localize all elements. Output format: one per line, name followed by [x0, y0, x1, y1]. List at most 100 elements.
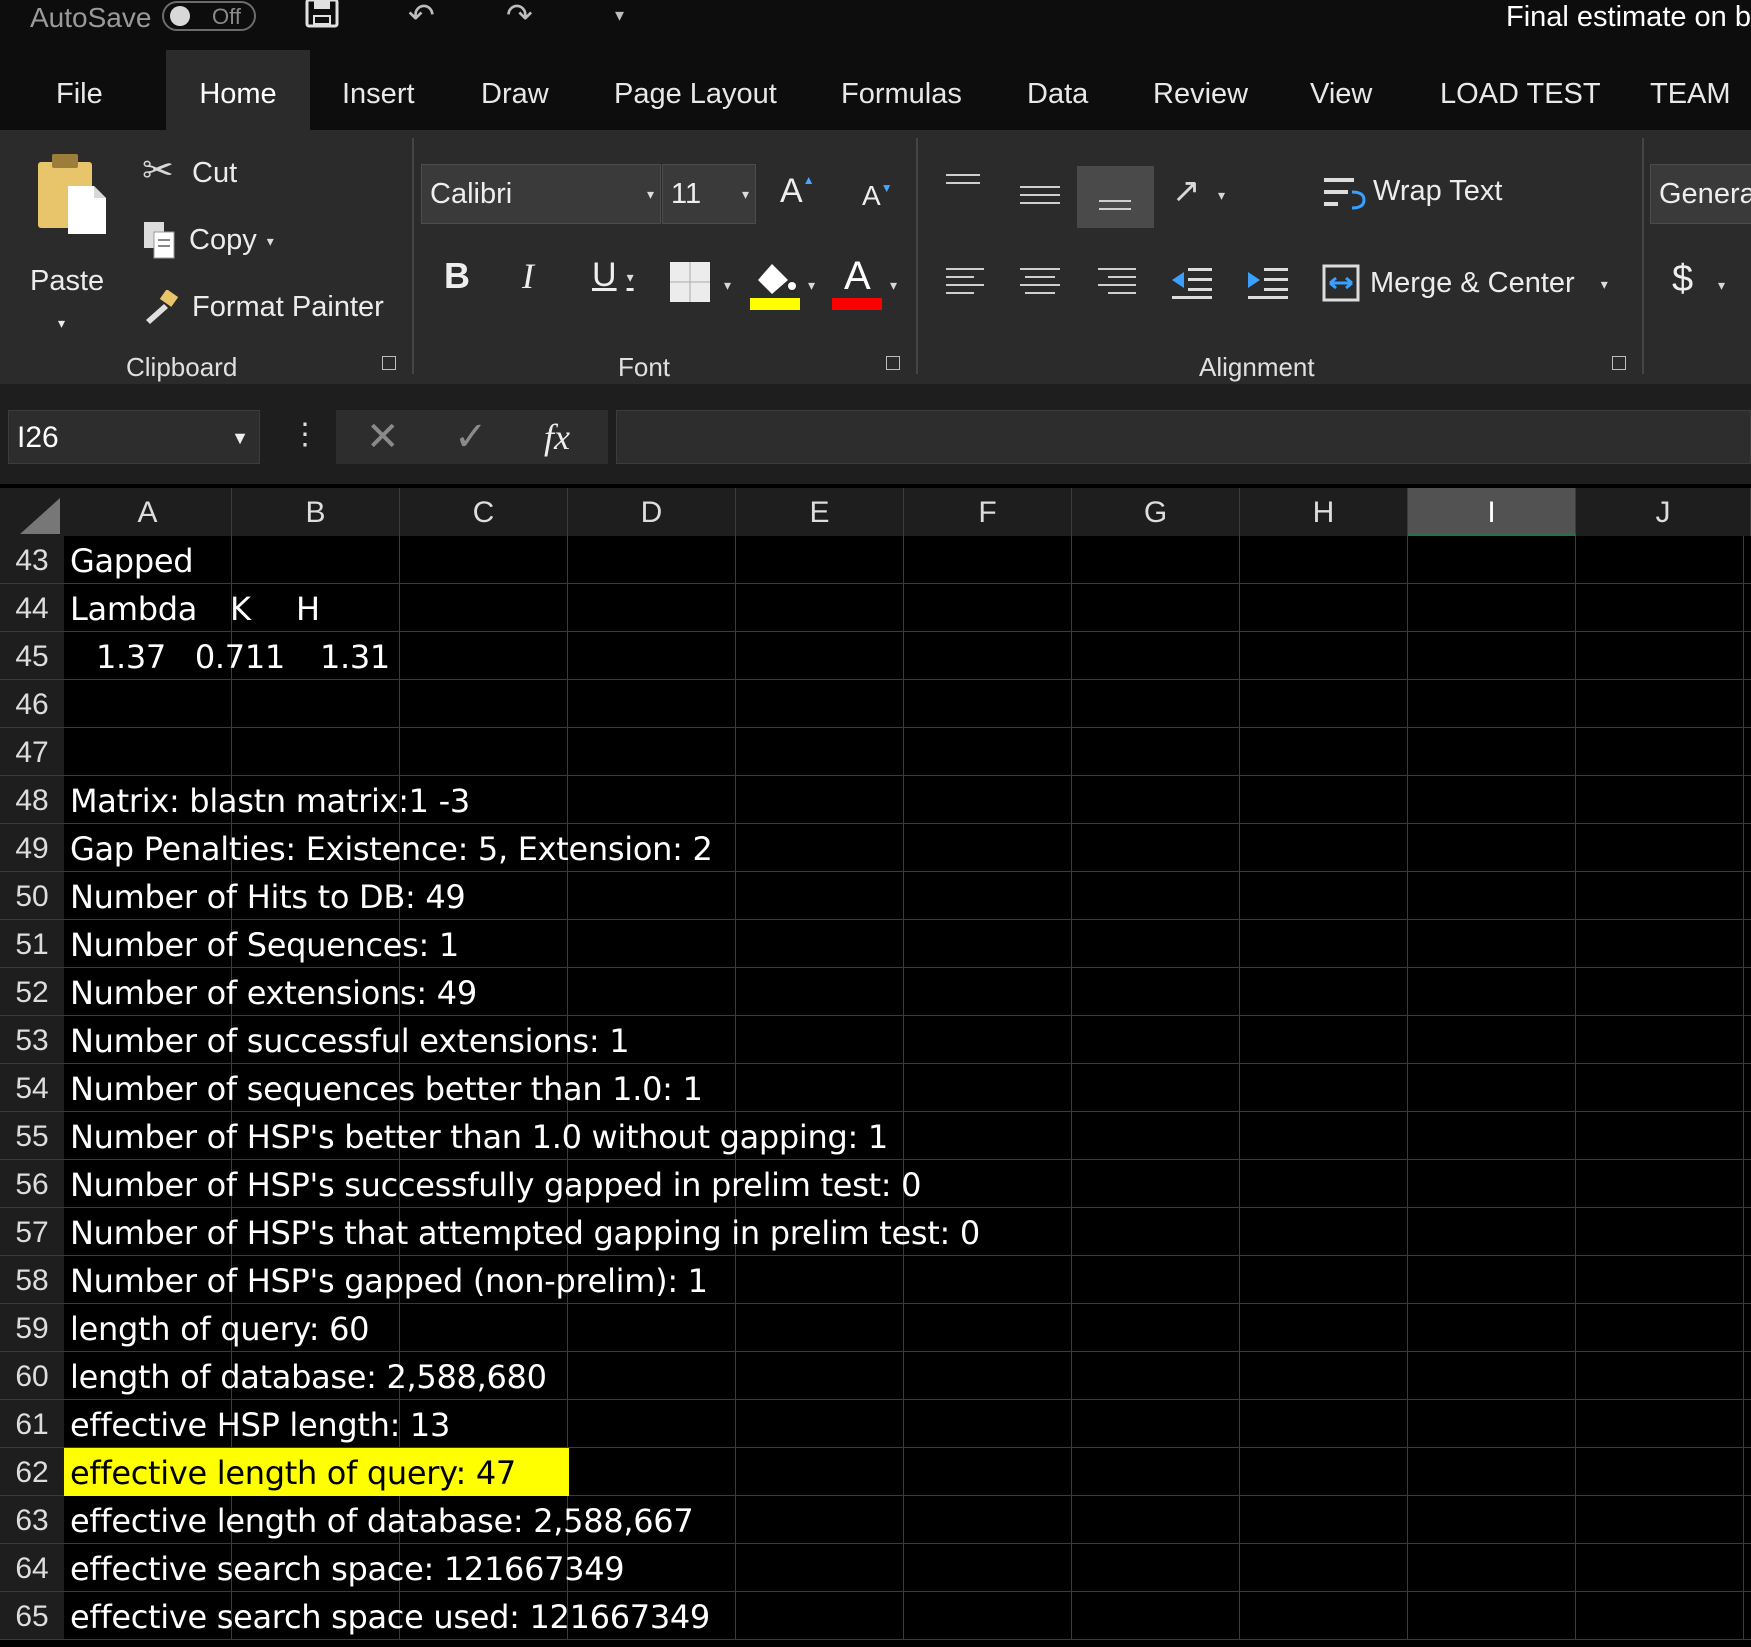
bottom-align-button[interactable]: [1077, 166, 1154, 228]
font-size-combo[interactable]: 11 ▾: [662, 164, 756, 224]
row-header-56[interactable]: 56: [0, 1160, 64, 1208]
cell-54-a[interactable]: Number of sequences better than 1.0: 1: [70, 1064, 703, 1112]
column-header-g[interactable]: G: [1072, 488, 1240, 536]
row-header-64[interactable]: 64: [0, 1544, 64, 1592]
align-center-icon[interactable]: [1020, 268, 1060, 298]
select-all-button[interactable]: [0, 488, 64, 536]
cell-63-a[interactable]: effective length of database: 2,588,667: [70, 1496, 694, 1544]
column-header-e[interactable]: E: [736, 488, 904, 536]
clipboard-launcher-icon[interactable]: [382, 356, 396, 370]
copy-dropdown-icon[interactable]: ▾: [267, 233, 274, 249]
align-left-icon[interactable]: [946, 268, 986, 298]
currency-dropdown-icon[interactable]: ▾: [1718, 278, 1725, 292]
tab-review[interactable]: Review: [1153, 50, 1248, 130]
name-box[interactable]: I26 ▼: [8, 410, 260, 464]
row-header-59[interactable]: 59: [0, 1304, 64, 1352]
row-header-63[interactable]: 63: [0, 1496, 64, 1544]
tab-page-layout[interactable]: Page Layout: [614, 50, 777, 130]
column-header-j[interactable]: J: [1576, 488, 1751, 536]
cell-50-a[interactable]: Number of Hits to DB: 49: [70, 872, 466, 920]
row-header-60[interactable]: 60: [0, 1352, 64, 1400]
cell-58-a[interactable]: Number of HSP's gapped (non-prelim): 1: [70, 1256, 708, 1304]
align-right-icon[interactable]: [1096, 268, 1136, 298]
grow-font-icon[interactable]: A▲: [780, 174, 815, 208]
column-header-a[interactable]: A: [64, 488, 232, 536]
chevron-down-icon[interactable]: ▾: [647, 165, 654, 223]
autosave-toggle[interactable]: Off: [162, 1, 256, 31]
copy-button[interactable]: Copy ▾: [189, 223, 274, 258]
column-header-d[interactable]: D: [568, 488, 736, 536]
row-header-49[interactable]: 49: [0, 824, 64, 872]
copy-icon[interactable]: [142, 220, 178, 265]
row-header-57[interactable]: 57: [0, 1208, 64, 1256]
cut-button[interactable]: Cut: [192, 156, 237, 190]
row-header-44[interactable]: 44: [0, 584, 64, 632]
borders-icon[interactable]: [668, 260, 712, 309]
row-header-55[interactable]: 55: [0, 1112, 64, 1160]
tab-view[interactable]: View: [1310, 50, 1372, 130]
cell-45-b2[interactable]: 1.31: [320, 632, 390, 680]
cell-56-a[interactable]: Number of HSP's successfully gapped in p…: [70, 1160, 921, 1208]
row-header-52[interactable]: 52: [0, 968, 64, 1016]
cell-60-a[interactable]: length of database: 2,588,680: [70, 1352, 547, 1400]
cut-icon[interactable]: ✂: [142, 152, 174, 190]
tab-formulas[interactable]: Formulas: [841, 50, 962, 130]
undo-icon[interactable]: ↶: [408, 0, 435, 31]
more-options-icon[interactable]: ⋮: [290, 408, 320, 462]
paste-dropdown-icon[interactable]: ▾: [58, 306, 65, 340]
font-name-combo[interactable]: Calibri ▾: [421, 164, 661, 224]
cell-61-a[interactable]: effective HSP length: 13: [70, 1400, 450, 1448]
cell-51-a[interactable]: Number of Sequences: 1: [70, 920, 459, 968]
paste-button[interactable]: Paste: [30, 264, 104, 298]
merge-center-dropdown-icon[interactable]: ▾: [1601, 276, 1608, 292]
bold-button[interactable]: B: [444, 258, 470, 294]
cell-53-a[interactable]: Number of successful extensions: 1: [70, 1016, 630, 1064]
save-icon[interactable]: [305, 0, 339, 32]
font-color-icon[interactable]: A: [832, 254, 886, 312]
underline-dropdown-icon[interactable]: ▾: [627, 269, 634, 285]
column-header-c[interactable]: C: [400, 488, 568, 536]
row-header-58[interactable]: 58: [0, 1256, 64, 1304]
middle-align-icon[interactable]: [1020, 186, 1060, 210]
cancel-icon[interactable]: ✕: [366, 416, 400, 458]
merge-center-button[interactable]: Merge & Center ▾: [1370, 266, 1608, 301]
column-header-h[interactable]: H: [1240, 488, 1408, 536]
row-header-65[interactable]: 65: [0, 1592, 64, 1640]
shrink-font-icon[interactable]: A▼: [862, 182, 893, 210]
top-align-icon[interactable]: [946, 174, 982, 198]
alignment-launcher-icon[interactable]: [1612, 356, 1626, 370]
customize-toolbar-icon[interactable]: ▾: [615, 0, 624, 30]
font-launcher-icon[interactable]: [886, 356, 900, 370]
cell-48-a[interactable]: Matrix: blastn matrix:1 -3: [70, 776, 470, 824]
currency-icon[interactable]: $: [1672, 260, 1693, 298]
tab-home[interactable]: Home: [166, 50, 310, 130]
row-header-50[interactable]: 50: [0, 872, 64, 920]
format-painter-button[interactable]: Format Painter: [192, 290, 384, 324]
format-painter-icon[interactable]: [142, 289, 182, 331]
tab-insert[interactable]: Insert: [342, 50, 415, 130]
chevron-down-icon[interactable]: ▼: [231, 428, 249, 449]
cell-65-a[interactable]: effective search space used: 121667349: [70, 1592, 710, 1640]
cell-44-a[interactable]: Lambda: [70, 584, 197, 632]
row-header-47[interactable]: 47: [0, 728, 64, 776]
row-header-48[interactable]: 48: [0, 776, 64, 824]
fill-color-dropdown-icon[interactable]: ▾: [808, 278, 815, 292]
cell-44-b2[interactable]: H: [296, 584, 320, 632]
column-header-f[interactable]: F: [904, 488, 1072, 536]
row-header-62[interactable]: 62: [0, 1448, 64, 1496]
row-header-43[interactable]: 43: [0, 536, 64, 584]
tab-file[interactable]: File: [56, 50, 103, 130]
tab-load-test[interactable]: LOAD TEST: [1440, 50, 1601, 130]
increase-indent-icon[interactable]: [1246, 266, 1290, 305]
tab-data[interactable]: Data: [1027, 50, 1088, 130]
decrease-indent-icon[interactable]: [1170, 266, 1214, 305]
wrap-text-button[interactable]: Wrap Text: [1373, 174, 1502, 208]
row-header-51[interactable]: 51: [0, 920, 64, 968]
italic-button[interactable]: I: [522, 258, 534, 294]
cell-44-b1[interactable]: K: [230, 584, 251, 632]
cell-64-a[interactable]: effective search space: 121667349: [70, 1544, 625, 1592]
orientation-icon[interactable]: ↗: [1172, 174, 1201, 208]
chevron-down-icon[interactable]: ▾: [742, 165, 749, 223]
row-header-54[interactable]: 54: [0, 1064, 64, 1112]
tab-draw[interactable]: Draw: [481, 50, 549, 130]
